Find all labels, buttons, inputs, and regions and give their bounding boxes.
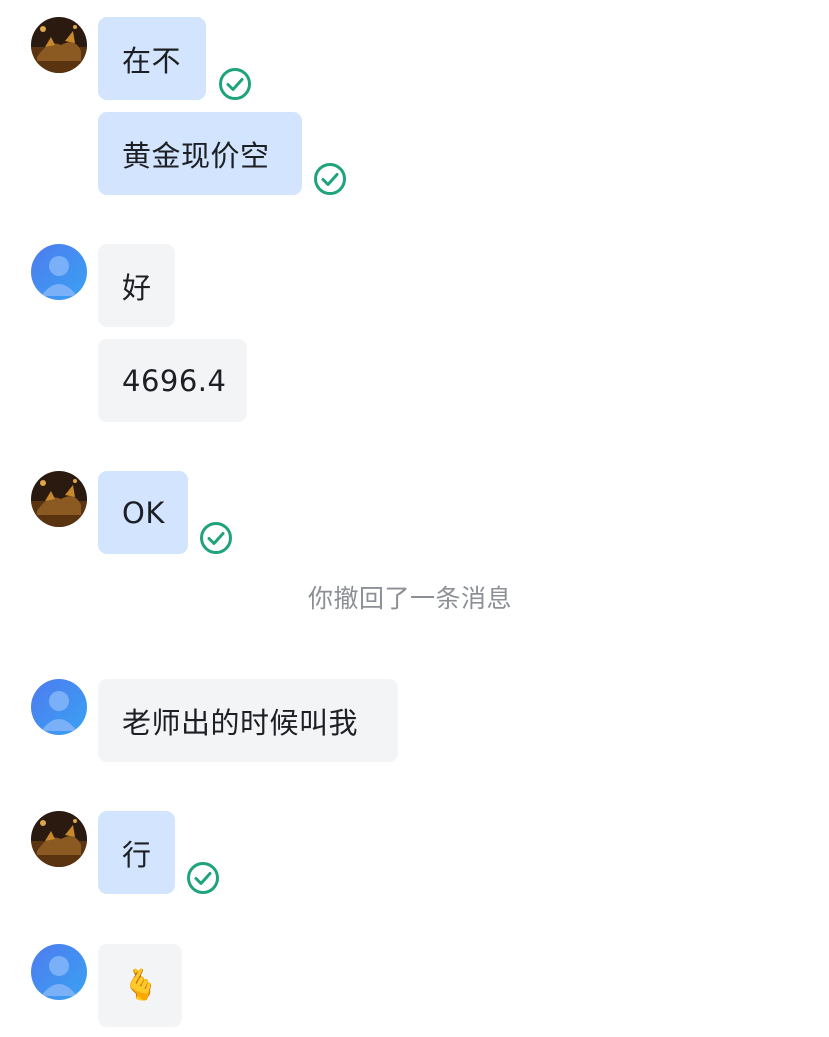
message-bubble-received[interactable]: 好	[98, 244, 175, 327]
message-bubble-sent[interactable]: 行	[98, 811, 175, 894]
check-circle-icon	[314, 163, 346, 195]
bull-avatar-icon[interactable]	[31, 471, 87, 527]
message-bubble-received[interactable]: 老师出的时候叫我	[98, 679, 398, 762]
default-user-avatar-icon[interactable]	[31, 244, 87, 300]
bull-avatar-icon[interactable]	[31, 17, 87, 73]
message-bubble-received[interactable]: 🫰	[98, 944, 182, 1027]
message-bubble-sent[interactable]: 在不	[98, 17, 206, 100]
recalled-message-notice: 你撤回了一条消息	[307, 584, 512, 613]
check-circle-icon	[187, 862, 219, 894]
message-bubble-sent[interactable]: 黄金现价空	[98, 112, 302, 195]
default-user-avatar-icon[interactable]	[31, 679, 87, 735]
default-user-avatar-icon[interactable]	[31, 944, 87, 1000]
check-circle-icon	[200, 522, 232, 554]
check-circle-icon	[219, 68, 251, 100]
message-bubble-sent[interactable]: OK	[98, 471, 188, 554]
bull-avatar-icon[interactable]	[31, 811, 87, 867]
message-bubble-received[interactable]: 4696.4	[98, 339, 247, 422]
